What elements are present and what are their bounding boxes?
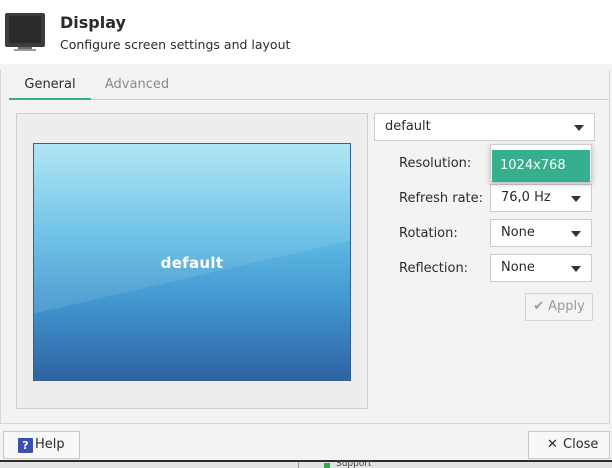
background-divider <box>298 462 299 468</box>
reflection-label: Reflection: <box>399 261 469 276</box>
dialog-header: Display Configure screen settings and la… <box>0 0 612 64</box>
display-select[interactable]: default <box>374 113 595 141</box>
tab-divider <box>183 99 609 100</box>
display-preview-screen[interactable]: default <box>33 143 351 381</box>
chevron-down-icon <box>571 231 581 237</box>
apply-label: Apply <box>548 299 585 314</box>
settings-notebook: General Advanced default default Resolut… <box>0 70 610 424</box>
chevron-down-icon <box>571 266 581 272</box>
chevron-down-icon <box>571 196 581 202</box>
help-label: Help <box>35 437 65 452</box>
monitor-icon <box>5 13 45 51</box>
close-icon: ✕ <box>547 437 558 452</box>
resolution-option[interactable]: 1024x768 <box>492 150 590 182</box>
refresh-rate-select[interactable]: 76,0 Hz <box>490 184 592 212</box>
background-window-text: Support <box>336 460 372 468</box>
background-window-border <box>0 460 612 462</box>
checkmark-icon: ✔ <box>533 299 545 314</box>
rotation-value: None <box>501 225 535 240</box>
tab-general[interactable]: General <box>9 70 91 100</box>
refresh-rate-label: Refresh rate: <box>399 191 484 206</box>
dialog-title: Display <box>60 13 126 32</box>
tab-bar: General Advanced <box>1 70 611 100</box>
close-label: Close <box>563 437 599 452</box>
display-preview-label: default <box>160 254 224 272</box>
rotation-select[interactable]: None <box>490 219 592 247</box>
reflection-value: None <box>501 260 535 275</box>
dialog-subtitle: Configure screen settings and layout <box>60 37 291 52</box>
rotation-label: Rotation: <box>399 226 458 241</box>
close-button[interactable]: ✕ Close <box>528 431 610 459</box>
background-window: Support <box>0 460 612 468</box>
reflection-select[interactable]: None <box>490 254 592 282</box>
resolution-label: Resolution: <box>399 156 472 171</box>
display-select-value: default <box>385 119 431 134</box>
display-preview-area: default <box>16 113 368 409</box>
help-icon: ? <box>18 438 33 453</box>
status-square-icon <box>324 463 330 468</box>
tab-advanced[interactable]: Advanced <box>91 70 183 100</box>
help-button[interactable]: ? Help <box>3 431 80 459</box>
chevron-down-icon <box>574 125 584 131</box>
apply-button[interactable]: ✔ Apply <box>525 293 593 321</box>
refresh-rate-value: 76,0 Hz <box>501 190 551 205</box>
resolution-dropdown: 1024x768 <box>490 144 592 182</box>
